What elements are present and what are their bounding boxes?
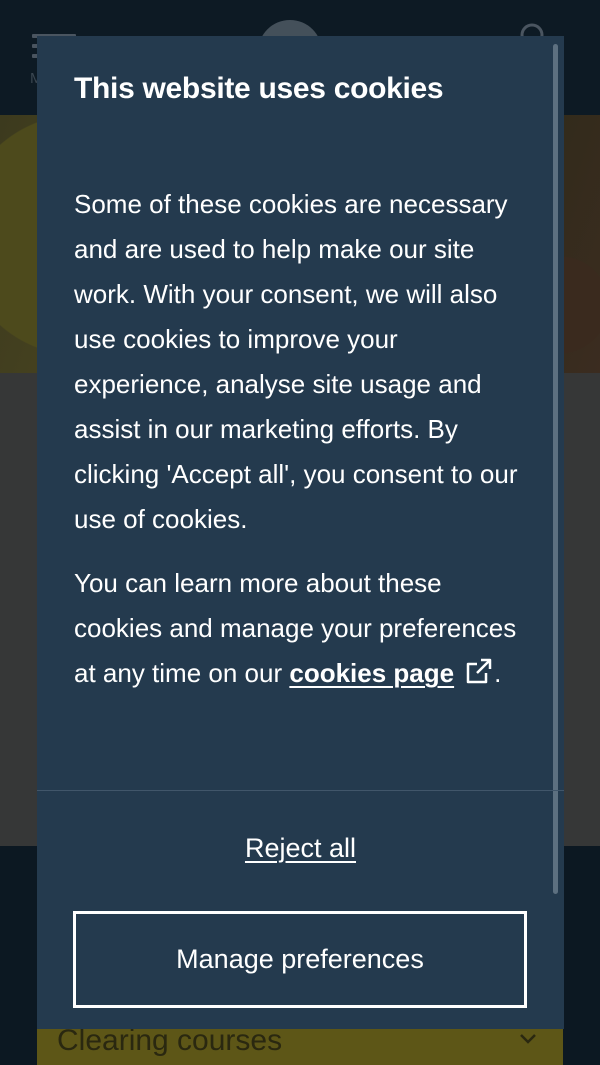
dialog-title: This website uses cookies [74, 72, 444, 105]
external-link-icon [466, 658, 492, 684]
consent-paragraph: Some of these cookies are necessary and … [74, 189, 518, 534]
cookies-page-link[interactable]: cookies page [289, 658, 494, 688]
learn-more-paragraph: You can learn more about these cookies a… [74, 561, 529, 696]
cookie-consent-dialog: This website uses cookies Some of these … [37, 36, 564, 1029]
dialog-body: Some of these cookies are necessary and … [74, 182, 529, 715]
dialog-divider [37, 790, 564, 791]
learn-more-suffix: . [494, 658, 502, 688]
dialog-scrollbar[interactable] [553, 44, 558, 894]
cookies-page-link-label: cookies page [289, 658, 455, 688]
manage-preferences-button[interactable]: Manage preferences [73, 911, 527, 1008]
chevron-down-icon [520, 1034, 536, 1044]
reject-all-button[interactable]: Reject all [37, 828, 564, 868]
